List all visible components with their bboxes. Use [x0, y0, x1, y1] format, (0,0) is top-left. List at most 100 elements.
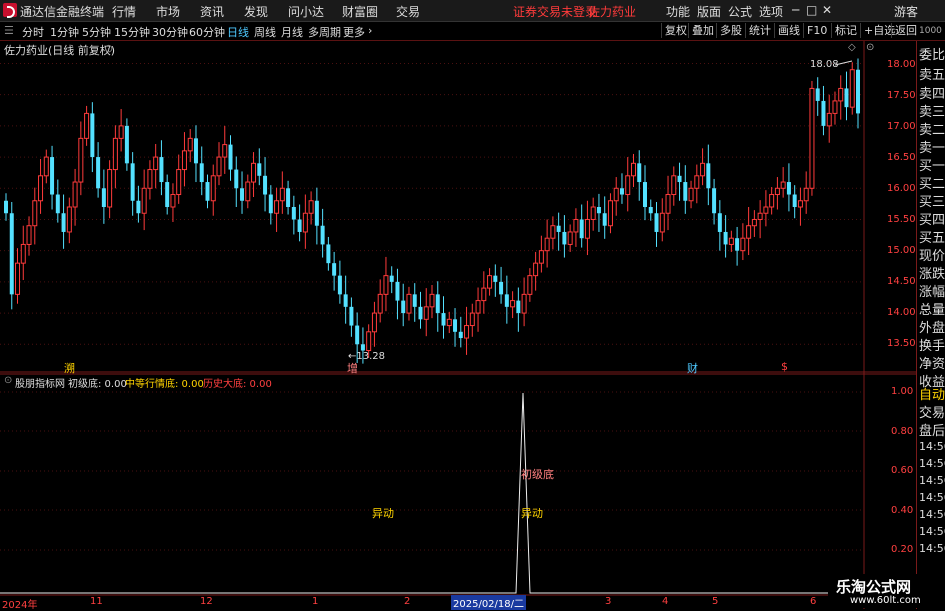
event-marker[interactable]: $ [781, 360, 788, 373]
period-more[interactable]: 更多 [343, 24, 365, 40]
stock-name: 佐力药业 [588, 5, 637, 19]
event-marker[interactable]: 增 [347, 360, 358, 376]
guest-label[interactable]: 游客 [894, 3, 918, 20]
candle-body [648, 207, 653, 214]
anomaly-label: 异动 [521, 507, 543, 520]
drawline-button[interactable]: 画线 [774, 23, 803, 38]
chart-canvas[interactable] [0, 41, 916, 609]
candle-body [607, 200, 613, 227]
period-monthly[interactable]: 月线 [281, 24, 303, 40]
candle-body [268, 194, 273, 214]
price-tick: 16.00 [887, 183, 916, 194]
primary-bottom-label: 初级底 [521, 468, 554, 481]
candle-body [613, 187, 619, 202]
candle-body [360, 344, 365, 351]
fuquan-button[interactable]: 复权 [661, 23, 690, 38]
maximize-button[interactable]: □ [806, 3, 817, 17]
candle-body [538, 250, 544, 264]
menu-item-xuanxiang[interactable]: 选项 [759, 3, 783, 20]
candle-body [187, 137, 193, 152]
candle-body [326, 244, 331, 264]
candle-body [746, 225, 752, 239]
price-tick: 14.00 [887, 307, 916, 318]
candle-body [659, 212, 665, 233]
candle-body [654, 213, 659, 232]
panel-item: 买二 [919, 177, 945, 192]
candle-body [308, 200, 314, 214]
menu-item-shichang[interactable]: 市场 [156, 3, 180, 20]
close-button[interactable]: ✕ [822, 3, 832, 17]
candle-body [567, 231, 573, 245]
period-multi[interactable]: 多周期 [308, 24, 341, 40]
high-price-label: 18.08 [810, 59, 839, 70]
watermark-url: www.60lt.com [850, 595, 921, 606]
candle-body [222, 144, 228, 158]
candle-body [320, 225, 325, 245]
x-tick: 1 [312, 596, 319, 607]
period-30min[interactable]: 30分钟 [152, 24, 188, 40]
candle-body [630, 162, 636, 177]
event-marker[interactable]: 溯 [64, 360, 75, 376]
f10-button[interactable]: F10 [803, 23, 830, 38]
candle-body [205, 182, 210, 201]
quote-panel: 1000 委比 卖五 卖四 卖三 卖二 卖一 买一 买二 买三 买四 买五 现价… [916, 26, 945, 609]
menu-item-zixun[interactable]: 资讯 [200, 3, 224, 20]
candle-body [504, 294, 509, 307]
candle-body [165, 182, 170, 207]
candle-body [423, 306, 429, 320]
candle-body [815, 88, 820, 101]
back-button[interactable]: 返回 [891, 23, 920, 38]
menu-item-wenxiaoda[interactable]: 问小达 [288, 3, 324, 20]
x-tick: 5 [712, 596, 719, 607]
x-tick: 11 [90, 596, 103, 607]
period-60min[interactable]: 60分钟 [189, 24, 225, 40]
event-marker[interactable]: 财 [687, 360, 698, 376]
app-logo-icon [3, 3, 17, 18]
candle-body [780, 181, 786, 189]
candle-body [38, 175, 44, 202]
panel-time: 14:56 [919, 457, 945, 470]
period-daily[interactable]: 日线 [227, 24, 249, 40]
candle-body [61, 213, 66, 232]
stats-button[interactable]: 统计 [745, 23, 774, 38]
candle-body [84, 112, 90, 139]
list-icon[interactable]: ☰ [4, 24, 14, 37]
menu-item-caifuquan[interactable]: 财富圈 [342, 3, 378, 20]
x-tick: 3 [605, 596, 612, 607]
candle-body [533, 262, 539, 277]
menu-item-banmian[interactable]: 版面 [697, 3, 721, 20]
menu-item-hangqing[interactable]: 行情 [112, 3, 136, 20]
minimize-button[interactable]: ─ [792, 3, 799, 17]
candle-body [844, 88, 849, 108]
menu-item-jiaoyi[interactable]: 交易 [396, 3, 420, 20]
trade-login-warning[interactable]: 证券交易未登录 [513, 3, 597, 20]
menu-item-gongshi[interactable]: 公式 [728, 3, 752, 20]
period-1min[interactable]: 1分钟 [50, 24, 79, 40]
menu-item-gongneng[interactable]: 功能 [666, 3, 690, 20]
mark-button[interactable]: 标记 [831, 23, 860, 38]
period-15min[interactable]: 15分钟 [114, 24, 150, 40]
candle-body [475, 300, 481, 314]
chevron-right-icon[interactable]: › [368, 24, 372, 37]
candle-body [199, 163, 204, 183]
period-weekly[interactable]: 周线 [254, 24, 276, 40]
period-5min[interactable]: 5分钟 [82, 24, 111, 40]
overlay-button[interactable]: 叠加 [688, 23, 717, 38]
multi-stock-button[interactable]: 多股 [716, 23, 745, 38]
candle-body [234, 169, 239, 189]
candle-body [838, 87, 844, 102]
menu-item-faxian[interactable]: 发现 [244, 3, 268, 20]
indicator-name[interactable]: 股朋指标网 [15, 375, 65, 390]
candle-body [355, 325, 360, 345]
candle-body [700, 162, 706, 177]
period-fenshi[interactable]: 分时 [22, 24, 44, 40]
candle-body [643, 182, 647, 207]
candle-body [245, 181, 251, 202]
candle-body [90, 113, 95, 158]
x-tick: 12 [200, 596, 213, 607]
panel-item-auto[interactable]: 自动 [919, 384, 945, 403]
candle-body [124, 125, 129, 164]
candle-body [130, 163, 135, 201]
candle-body [751, 218, 757, 227]
indicator-settings-icon[interactable]: ⊙ [4, 375, 12, 386]
